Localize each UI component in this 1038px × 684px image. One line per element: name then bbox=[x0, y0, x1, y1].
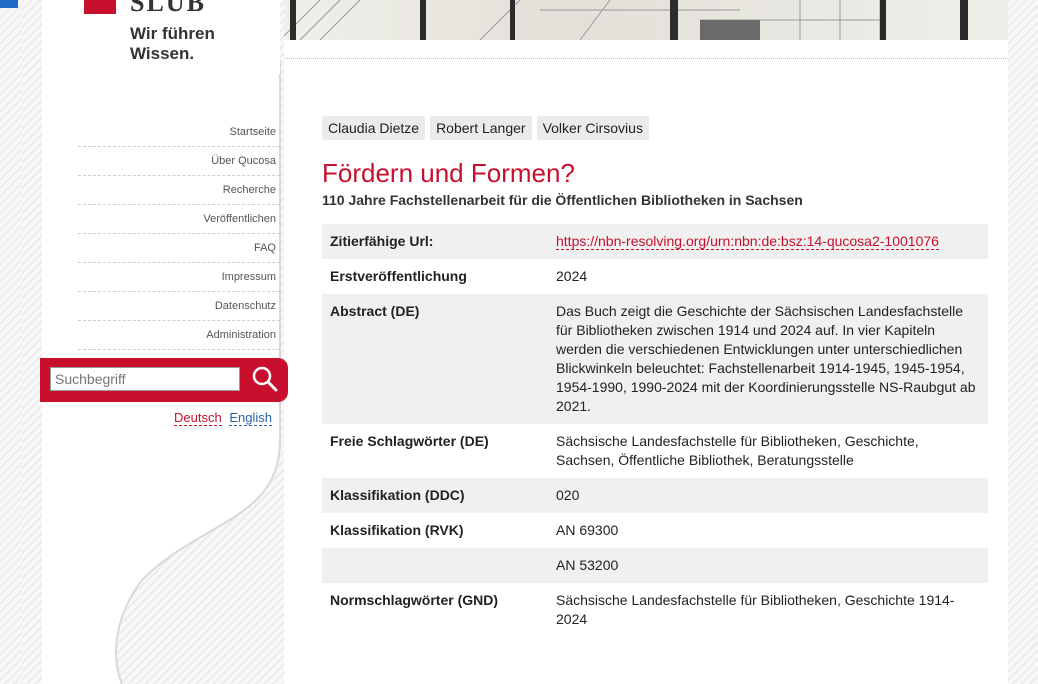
table-row: Normschlagwörter (GND) Sächsische Landes… bbox=[322, 583, 988, 637]
author-tag[interactable]: Volker Cirsovius bbox=[536, 116, 649, 140]
nav-item-startseite[interactable]: Startseite bbox=[78, 118, 280, 147]
search-icon bbox=[252, 366, 278, 392]
table-row: Abstract (DE) Das Buch zeigt die Geschic… bbox=[322, 294, 988, 424]
nav-item-datenschutz[interactable]: Datenschutz bbox=[78, 292, 280, 321]
meta-key: Abstract (DE) bbox=[330, 303, 420, 319]
nav-item-administration[interactable]: Administration bbox=[78, 321, 280, 350]
author-list: Claudia Dietze Robert Langer Volker Cirs… bbox=[322, 116, 988, 140]
meta-value: https://nbn-resolving.org/urn:nbn:de:bsz… bbox=[548, 224, 988, 259]
meta-key: Klassifikation (DDC) bbox=[330, 487, 465, 503]
metadata-table: Zitierfähige Url: https://nbn-resolving.… bbox=[322, 224, 988, 637]
main-content: Claudia Dietze Robert Langer Volker Cirs… bbox=[322, 116, 988, 637]
meta-value: 020 bbox=[556, 487, 580, 503]
header-image bbox=[280, 0, 1008, 40]
main-nav: Startseite Über Qucosa Recherche Veröffe… bbox=[78, 118, 280, 350]
lang-deutsch[interactable]: Deutsch bbox=[174, 410, 222, 426]
language-switcher: Deutsch English bbox=[82, 410, 272, 426]
logo-tagline: Wir führen Wissen. bbox=[130, 24, 215, 63]
logo-word: SLUB bbox=[130, 0, 206, 17]
table-row: Klassifikation (RVK) AN 69300 bbox=[322, 513, 988, 548]
nav-item-recherche[interactable]: Recherche bbox=[78, 176, 280, 205]
header-illustration bbox=[280, 0, 968, 40]
sidebar: SLUB Wir führen Wissen. Startseite Über … bbox=[22, 0, 288, 684]
meta-key: Zitierfähige Url: bbox=[330, 233, 434, 249]
meta-key bbox=[322, 548, 548, 583]
table-row: Freie Schlagwörter (DE) Sächsische Lande… bbox=[322, 424, 988, 478]
table-row: Klassifikation (DDC) 020 bbox=[322, 478, 988, 513]
search-button[interactable] bbox=[250, 364, 280, 394]
lang-english[interactable]: English bbox=[229, 410, 272, 426]
citation-url-link[interactable]: https://nbn-resolving.org/urn:nbn:de:bsz… bbox=[556, 233, 939, 250]
logo[interactable]: SLUB Wir führen Wissen. bbox=[44, 0, 280, 74]
header-divider bbox=[280, 58, 1008, 59]
page-title: Fördern und Formen? bbox=[322, 158, 575, 188]
nav-item-faq[interactable]: FAQ bbox=[78, 234, 280, 263]
search-input[interactable] bbox=[50, 367, 240, 391]
page-subtitle: 110 Jahre Fachstellenarbeit für die Öffe… bbox=[322, 192, 803, 208]
logo-mark bbox=[84, 0, 116, 14]
table-row: Erstveröffentlichung 2024 bbox=[322, 259, 988, 294]
top-left-accent bbox=[0, 0, 18, 8]
right-background bbox=[1008, 0, 1038, 684]
page: SLUB Wir führen Wissen. Startseite Über … bbox=[22, 0, 1008, 684]
nav-item-ueber-qucosa[interactable]: Über Qucosa bbox=[78, 147, 280, 176]
meta-value: 2024 bbox=[556, 268, 588, 284]
meta-value: AN 69300 bbox=[556, 522, 619, 538]
meta-key: Klassifikation (RVK) bbox=[330, 522, 464, 538]
author-tag[interactable]: Claudia Dietze bbox=[322, 116, 426, 140]
search-box bbox=[40, 358, 288, 402]
table-row: AN 53200 bbox=[322, 548, 988, 583]
meta-value: Das Buch zeigt die Geschichte der Sächsi… bbox=[556, 303, 976, 414]
nav-item-veroeffentlichen[interactable]: Veröffentlichen bbox=[78, 205, 280, 234]
meta-value: Sächsische Landesfachstelle für Biblioth… bbox=[556, 592, 955, 627]
meta-key: Erstveröffentlichung bbox=[330, 268, 467, 284]
left-background bbox=[0, 0, 22, 684]
nav-item-impressum[interactable]: Impressum bbox=[78, 263, 280, 292]
meta-value: AN 53200 bbox=[556, 557, 619, 573]
meta-key: Freie Schlagwörter (DE) bbox=[330, 433, 489, 449]
table-row: Zitierfähige Url: https://nbn-resolving.… bbox=[322, 224, 988, 259]
meta-key: Normschlagwörter (GND) bbox=[330, 592, 499, 608]
author-tag[interactable]: Robert Langer bbox=[430, 116, 532, 140]
meta-value: Sächsische Landesfachstelle für Biblioth… bbox=[556, 433, 919, 468]
